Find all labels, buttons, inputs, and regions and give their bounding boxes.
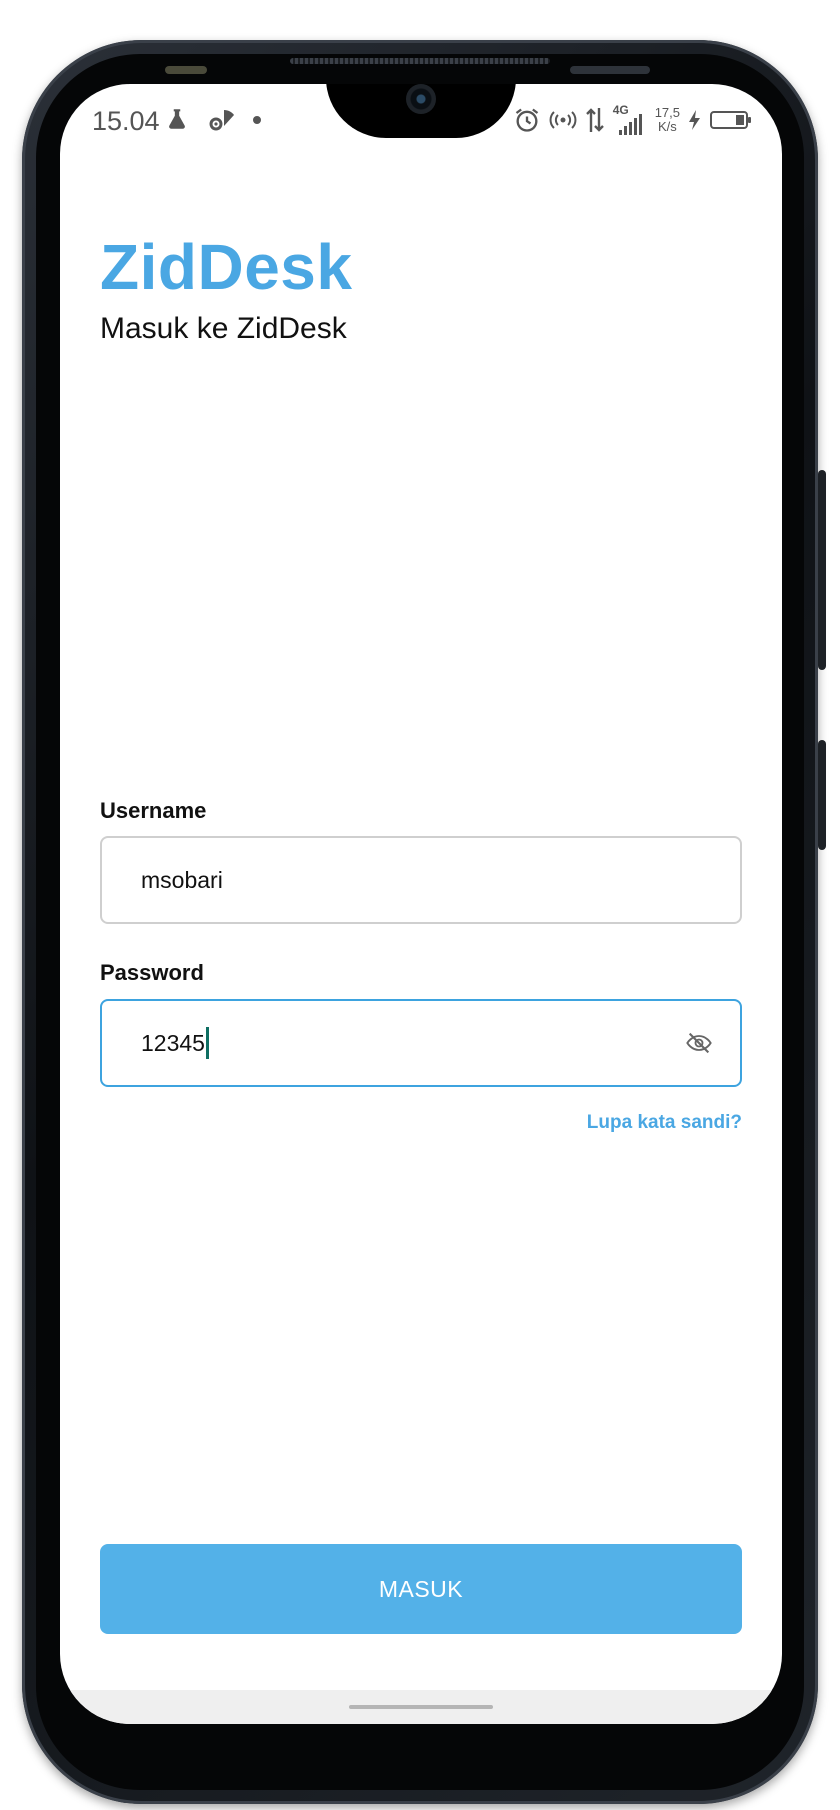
phone-screen: 15.04 4G 17,5 K/s ZidDesk Masuk ke ZidDe… <box>60 84 782 1724</box>
username-input[interactable]: msobari <box>100 836 742 924</box>
alarm-icon <box>515 108 538 132</box>
password-input[interactable]: 12345 <box>100 999 742 1087</box>
password-value: 12345 <box>141 1029 205 1056</box>
net-speed-unit: K/s <box>657 119 677 134</box>
earpiece-speaker <box>290 58 550 64</box>
status-time: 15.04 <box>92 106 160 136</box>
username-label: Username <box>100 798 207 823</box>
device-mockup: 15.04 4G 17,5 K/s ZidDesk Masuk ke ZidDe… <box>0 0 840 1810</box>
hotspot-icon <box>549 111 577 129</box>
signal-icon <box>618 114 642 135</box>
power-button <box>818 740 826 850</box>
dot-icon <box>253 116 261 124</box>
data-transfer-icon <box>585 108 604 132</box>
sensor <box>165 66 207 74</box>
sensor <box>570 66 650 74</box>
text-caret <box>205 1027 209 1059</box>
flask-icon <box>169 109 185 129</box>
username-value: msobari <box>141 866 223 893</box>
status-right-group: 4G 17,5 K/s <box>513 102 751 138</box>
eye-off-icon[interactable] <box>684 1028 714 1058</box>
net-speed: 17,5 K/s <box>655 106 680 134</box>
login-button[interactable]: MASUK <box>100 1544 742 1634</box>
app-subtitle: Masuk ke ZidDesk <box>100 312 347 345</box>
net-speed-value: 17,5 <box>654 105 680 120</box>
battery-icon <box>710 111 751 129</box>
password-label: Password <box>100 960 204 985</box>
navigation-bar <box>60 1690 782 1724</box>
status-bar: 15.04 4G 17,5 K/s <box>60 84 782 154</box>
home-indicator[interactable] <box>349 1705 493 1709</box>
volume-button <box>818 470 826 670</box>
forgot-password-link[interactable]: Lupa kata sandi? <box>587 1112 742 1134</box>
app-title: ZidDesk <box>100 231 353 303</box>
charging-icon <box>689 110 700 130</box>
gear-wifi-icon <box>209 110 234 131</box>
signal-indicator: 4G <box>613 103 647 135</box>
